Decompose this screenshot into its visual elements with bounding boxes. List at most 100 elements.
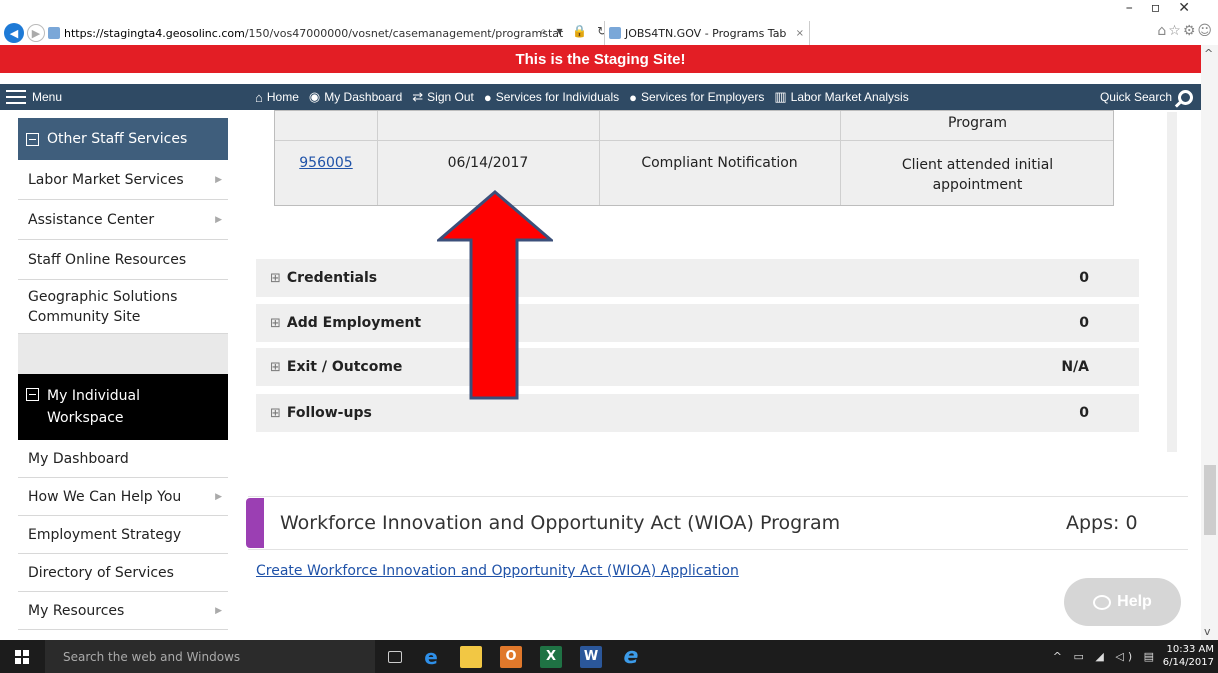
- sidebar-item-how-we-can-help[interactable]: How We Can Help You ▶: [18, 478, 228, 516]
- help-button[interactable]: Help: [1064, 578, 1181, 626]
- accordion-exit-outcome[interactable]: ⊞ Exit / Outcome N/A: [256, 348, 1139, 386]
- browser-chrome: ◀ ▶ https://stagingta4.geosolinc.com/150…: [0, 0, 1218, 45]
- browser-toolbar-icons[interactable]: ⌂☆⚙☺: [1157, 23, 1214, 39]
- outlook-icon[interactable]: O: [500, 645, 522, 668]
- top-navbar: Menu ⌂ Home ◉ My Dashboard ⇄ Sign Out ● Serv…: [0, 84, 1201, 110]
- table-cell-date: 06/14/2017: [447, 155, 529, 171]
- internet-explorer-icon[interactable]: e: [620, 644, 642, 669]
- tab-close-icon[interactable]: ×: [796, 28, 804, 39]
- expand-icon: ⊞: [270, 270, 281, 286]
- clock-date: 6/14/2017: [1162, 657, 1214, 668]
- table-cell-id-link[interactable]: 956005: [275, 155, 377, 171]
- accordion-label: Exit / Outcome: [286, 359, 403, 375]
- accordion-credentials[interactable]: ⊞ Credentials 0: [256, 259, 1139, 297]
- forward-arrow-icon[interactable]: ▶: [27, 24, 45, 42]
- sidebar-item-staff-online-resources[interactable]: Staff Online Resources: [18, 240, 228, 280]
- accordion-follow-ups[interactable]: ⊞ Follow-ups 0: [256, 394, 1139, 432]
- nav-my-dashboard[interactable]: ◉ My Dashboard: [309, 89, 402, 105]
- chart-icon: ▥: [774, 89, 787, 104]
- back-arrow-icon[interactable]: ◀: [4, 23, 24, 43]
- nav-sign-out[interactable]: ⇄ Sign Out: [412, 89, 474, 105]
- nav-individuals-label: Services for Individuals: [495, 90, 620, 104]
- quick-search-label: Quick Search: [1099, 90, 1172, 104]
- chevron-right-icon: ▶: [215, 214, 222, 225]
- sidebar-item-labor-market-services[interactable]: Labor Market Services ▶: [18, 160, 228, 200]
- taskbar-clock[interactable]: 10:33 AM 6/14/2017: [1163, 643, 1214, 669]
- excel-icon[interactable]: X: [540, 645, 562, 668]
- taskbar-apps: e O X W e: [388, 640, 642, 673]
- sidebar-item-label: Assistance Center: [28, 211, 155, 228]
- sidebar-workspace-header[interactable]: My Individual Workspace: [18, 374, 228, 440]
- sidebar-item-directory-of-services[interactable]: Directory of Services: [18, 554, 228, 592]
- red-annotation-arrow: [437, 190, 553, 400]
- tab-title: JOBS4TN.GOV - Programs Tab: [625, 26, 787, 40]
- windows-start-icon[interactable]: [15, 650, 29, 664]
- table-cell-type: Compliant Notification: [641, 155, 798, 171]
- task-view-icon[interactable]: [388, 650, 402, 663]
- create-wioa-application-link[interactable]: Create Workforce Innovation and Opportun…: [256, 563, 739, 579]
- taskbar-search[interactable]: Search the web and Windows: [45, 640, 375, 673]
- address-bar[interactable]: https://stagingta4.geosolinc.com/150/vos…: [44, 22, 604, 44]
- staging-banner: This is the Staging Site!: [0, 45, 1201, 73]
- url-path: /150/vos47000000/vosnet/casemanagement/p…: [244, 26, 564, 40]
- url-host: https://stagingta4.geosolinc.com: [64, 26, 245, 40]
- sidebar-item-label: Labor Market Services: [28, 171, 184, 188]
- section-divider: [248, 496, 1188, 497]
- collapse-icon: [26, 132, 39, 146]
- table-cell-program: Program: [947, 115, 1008, 131]
- sidebar-item-my-resources[interactable]: My Resources ▶: [18, 592, 228, 630]
- browser-tab[interactable]: JOBS4TN.GOV - Programs Tab ×: [604, 21, 810, 45]
- sign-out-icon: ⇄: [412, 89, 424, 104]
- home-icon: ⌂: [255, 89, 263, 105]
- sidebar-item-label: Geographic Solutions Community Site: [28, 287, 177, 327]
- nav-home[interactable]: ⌂ Home: [255, 90, 299, 105]
- dashboard-icon: ◉: [308, 89, 321, 104]
- sidebar-item-assistance-center[interactable]: Assistance Center ▶: [18, 200, 228, 240]
- site-favicon-icon: [48, 27, 60, 39]
- system-tray[interactable]: ^ ▭ ◢ ◁) ▤: [1053, 650, 1158, 663]
- sidebar-gap: [18, 334, 228, 374]
- nav-services-employers[interactable]: ● Services for Employers: [629, 90, 764, 105]
- workspace-line1: My Individual: [47, 388, 140, 404]
- sidebar-workspace-header-label: My Individual Workspace: [47, 385, 140, 429]
- expand-icon: ⊞: [270, 405, 281, 421]
- edge-icon[interactable]: e: [420, 645, 442, 669]
- scrollbar-thumb[interactable]: [1204, 465, 1216, 535]
- menu-button[interactable]: Menu: [6, 90, 62, 104]
- sidebar-item-geographic-solutions[interactable]: Geographic Solutions Community Site: [18, 280, 228, 334]
- scroll-down-icon[interactable]: v: [1204, 625, 1211, 638]
- inner-scrollbar[interactable]: [1167, 112, 1177, 452]
- nav-employers-label: Services for Employers: [640, 90, 765, 104]
- table-cell-status: Client attended initial appointment: [840, 155, 1115, 195]
- people-icon: ●: [629, 89, 637, 105]
- screenshot-root: ◀ ▶ https://stagingta4.geosolinc.com/150…: [0, 0, 1218, 673]
- windows-taskbar: Search the web and Windows e O X W e ^ ▭…: [0, 640, 1218, 673]
- program-table: Program 956005 06/14/2017 Compliant Noti…: [274, 110, 1114, 206]
- address-bar-tools[interactable]: ⌕ ▾ 🔒 ↻: [540, 24, 610, 39]
- nav-home-label: Home: [266, 90, 299, 104]
- help-label: Help: [1117, 593, 1152, 610]
- scroll-up-icon[interactable]: ^: [1204, 47, 1213, 60]
- file-explorer-icon[interactable]: [460, 645, 482, 668]
- word-icon[interactable]: W: [580, 645, 602, 668]
- page-scrollbar[interactable]: ^ v: [1201, 45, 1218, 640]
- collapse-icon: [26, 388, 39, 401]
- clock-time: 10:33 AM: [1166, 644, 1214, 655]
- hamburger-icon: [6, 90, 26, 104]
- chevron-right-icon: ▶: [215, 605, 222, 616]
- sidebar-item-my-dashboard[interactable]: My Dashboard: [18, 440, 228, 478]
- accordion-label: Add Employment: [286, 315, 422, 331]
- nav-labor-market[interactable]: ▥ Labor Market Analysis: [774, 89, 908, 105]
- accordion-label: Credentials: [286, 270, 378, 286]
- quick-search[interactable]: Quick Search: [1099, 89, 1193, 105]
- tab-favicon-icon: [609, 27, 621, 39]
- status-line1: Client attended initial: [901, 157, 1054, 173]
- workspace-line2: Workspace: [47, 410, 124, 426]
- sidebar-item-employment-strategy[interactable]: Employment Strategy: [18, 516, 228, 554]
- window-controls[interactable]: –▫✕: [1126, 0, 1208, 16]
- sidebar-staff-header[interactable]: Other Staff Services: [18, 118, 228, 160]
- expand-icon: ⊞: [270, 315, 281, 331]
- accordion-count: 0: [1079, 315, 1089, 331]
- accordion-add-employment[interactable]: ⊞ Add Employment 0: [256, 304, 1139, 342]
- nav-services-individuals[interactable]: ● Services for Individuals: [484, 90, 619, 105]
